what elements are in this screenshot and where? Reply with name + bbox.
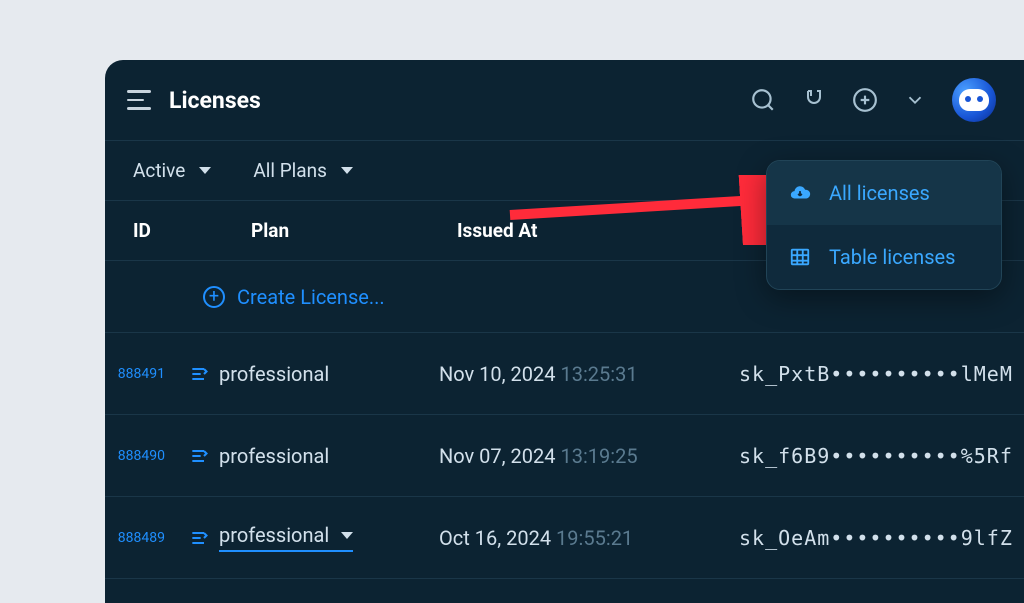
header: Licenses xyxy=(105,60,1024,141)
col-header-issued: Issued At xyxy=(457,219,757,242)
popover-all-label: All licenses xyxy=(829,181,930,205)
table-body: + Create License... 888491 professional … xyxy=(105,261,1024,579)
popover-item-table-licenses[interactable]: Table licenses xyxy=(767,225,1001,289)
avatar[interactable] xyxy=(952,78,996,122)
caret-down-icon xyxy=(199,167,211,174)
create-license-label: Create License... xyxy=(237,285,385,309)
row-plan: professional xyxy=(219,362,439,386)
row-id[interactable]: 888490 xyxy=(105,448,179,464)
row-plan-select[interactable]: professional xyxy=(219,523,439,552)
row-key: sk_PxtB••••••••••lMeM xyxy=(739,362,1024,386)
filter-status[interactable]: Active xyxy=(133,159,211,182)
col-header-id: ID xyxy=(133,219,251,242)
row-issued: Oct 16, 2024 19:55:21 xyxy=(439,526,739,550)
row-issued: Nov 07, 2024 13:19:25 xyxy=(439,444,739,468)
magnet-icon[interactable] xyxy=(802,88,826,112)
col-header-plan: Plan xyxy=(251,219,457,242)
row-key: sk_f6B9••••••••••%5Rf xyxy=(739,444,1024,468)
row-id[interactable]: 888489 xyxy=(105,530,179,546)
search-icon[interactable] xyxy=(750,87,776,113)
table-icon xyxy=(789,246,811,268)
caret-down-icon xyxy=(341,167,353,174)
row-id[interactable]: 888491 xyxy=(105,366,179,382)
caret-down-icon xyxy=(341,532,353,539)
download-popover: All licenses Table licenses xyxy=(766,160,1002,290)
app-window: Licenses Active All Plans xyxy=(105,60,1024,603)
row-key: sk_OeAm••••••••••9lfZ xyxy=(739,526,1024,550)
chevron-down-icon[interactable] xyxy=(904,89,926,111)
header-left: Licenses xyxy=(127,87,261,114)
row-issued: Nov 10, 2024 13:25:31 xyxy=(439,362,739,386)
filter-plans-label: All Plans xyxy=(253,159,327,182)
table-row[interactable]: 888489 professional Oct 16, 2024 19:55:2… xyxy=(105,497,1024,579)
popover-table-label: Table licenses xyxy=(829,245,955,269)
plan-icon xyxy=(189,446,219,466)
page-title: Licenses xyxy=(169,87,261,114)
menu-icon[interactable] xyxy=(127,90,151,110)
table-row[interactable]: 888491 professional Nov 10, 2024 13:25:3… xyxy=(105,333,1024,415)
filter-status-label: Active xyxy=(133,159,185,182)
header-right xyxy=(750,78,996,122)
filter-plans[interactable]: All Plans xyxy=(253,159,353,182)
table-row[interactable]: 888490 professional Nov 07, 2024 13:19:2… xyxy=(105,415,1024,497)
popover-item-all-licenses[interactable]: All licenses xyxy=(767,161,1001,225)
plus-circle-icon[interactable] xyxy=(852,87,878,113)
plan-icon xyxy=(189,528,219,548)
cloud-download-icon xyxy=(789,182,811,204)
plus-icon: + xyxy=(203,286,225,308)
row-plan: professional xyxy=(219,444,439,468)
create-license-button[interactable]: + Create License... xyxy=(179,285,385,309)
plan-icon xyxy=(189,364,219,384)
